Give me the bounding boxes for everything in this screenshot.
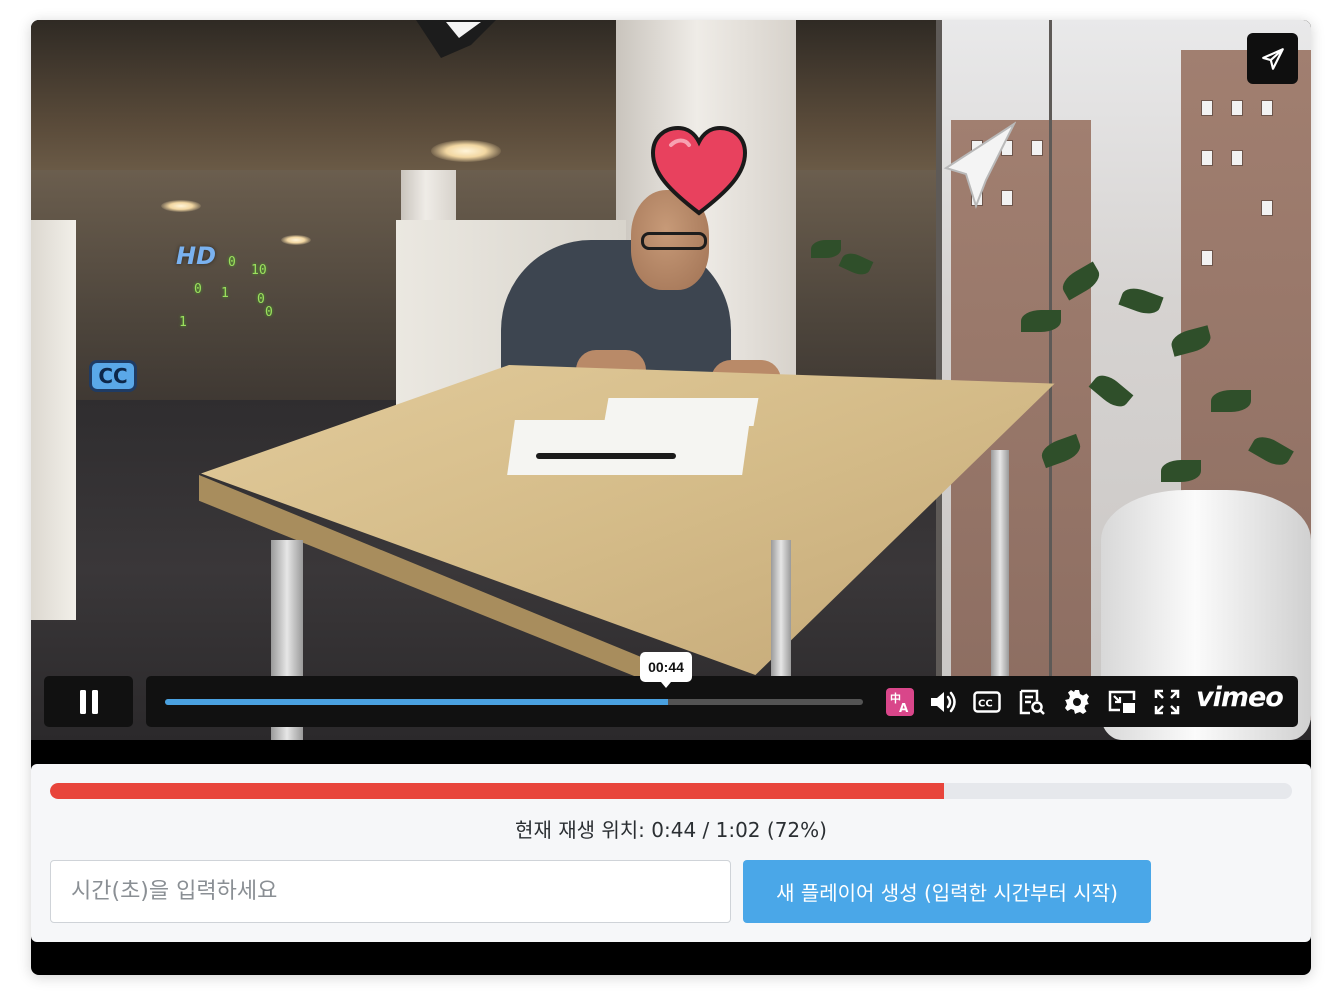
heart-sticker-icon: [650, 125, 748, 216]
binary-digit: 1: [221, 286, 229, 301]
transcript-button[interactable]: [1017, 687, 1047, 717]
fullscreen-button[interactable]: [1152, 687, 1182, 717]
binary-digit: 0: [257, 292, 265, 307]
paper-plane-sticker-icon: [416, 20, 496, 58]
svg-text:A: A: [899, 701, 909, 715]
fullscreen-icon: [1154, 689, 1180, 715]
paper-sheet: [507, 420, 750, 475]
cc-icon: CC: [973, 691, 1001, 713]
translate-button[interactable]: 中 A: [885, 687, 915, 717]
plant-leaf: [811, 240, 841, 258]
pause-button[interactable]: [44, 676, 133, 727]
playback-progress-bar: [50, 783, 1292, 799]
paper-plane-icon: [1261, 47, 1284, 70]
paper-sheet: [603, 398, 759, 426]
building-window: [1201, 100, 1213, 116]
binary-digit: 0: [228, 255, 236, 270]
vimeo-logo[interactable]: vimeo: [1196, 682, 1284, 713]
video-frame[interactable]: HD 0 10 0 1 0 1 0 CC 00:44 中 A CC vimeo: [31, 20, 1311, 740]
svg-text:CC: CC: [978, 699, 993, 710]
share-button[interactable]: [1247, 33, 1298, 84]
plant-leaf: [1211, 390, 1251, 412]
whiteboard-edge: [31, 220, 76, 620]
create-player-button[interactable]: 새 플레이어 생성 (입력한 시간부터 시작): [743, 860, 1151, 923]
settings-button[interactable]: [1062, 687, 1092, 717]
ceiling-light: [431, 140, 501, 162]
building-window: [1031, 140, 1043, 156]
progress-played: [165, 699, 668, 705]
glasses: [641, 232, 707, 250]
pip-button[interactable]: [1107, 687, 1137, 717]
cc-sticker: CC: [89, 360, 137, 392]
building-window: [1231, 100, 1243, 116]
building-window: [1261, 200, 1273, 216]
time-tooltip: 00:44: [640, 652, 692, 688]
building-window: [1201, 150, 1213, 166]
translate-icon: 中 A: [886, 688, 914, 716]
playback-panel: 현재 재생 위치: 0:44 / 1:02 (72%) 새 플레이어 생성 (입…: [31, 764, 1311, 942]
window-mullion: [1049, 20, 1052, 720]
playback-status-text: 현재 재생 위치: 0:44 / 1:02 (72%): [515, 818, 827, 842]
progress-bar[interactable]: [165, 699, 863, 705]
hd-sticker: HD: [176, 242, 217, 270]
paper-plane-sticker-icon: [943, 121, 1016, 210]
building-window: [1231, 150, 1243, 166]
binary-digit: 1: [179, 315, 187, 330]
building-window: [1201, 250, 1213, 266]
binary-digit: 0: [194, 282, 202, 297]
plant-leaf: [1021, 310, 1061, 332]
plant-leaf: [1161, 460, 1201, 482]
start-time-input[interactable]: [50, 860, 731, 923]
ceiling-light: [281, 235, 311, 245]
pen: [536, 453, 676, 459]
pip-icon: [1108, 690, 1136, 713]
volume-button[interactable]: [928, 687, 958, 717]
captions-button[interactable]: CC: [972, 687, 1002, 717]
desk-leg: [991, 450, 1009, 680]
building-window: [1261, 100, 1273, 116]
settings-icon: [1065, 690, 1089, 714]
binary-digit: 0: [265, 305, 273, 320]
playback-progress-fill: [50, 783, 945, 799]
pause-icon: [79, 689, 98, 714]
volume-icon: [931, 691, 956, 713]
binary-digit: 10: [251, 263, 267, 278]
ceiling-light: [161, 200, 201, 212]
transcript-icon: [1019, 689, 1045, 715]
player-card: HD 0 10 0 1 0 1 0 CC 00:44 中 A CC vimeo …: [31, 20, 1311, 975]
control-bar: 00:44 中 A CC vimeo: [146, 652, 1298, 727]
